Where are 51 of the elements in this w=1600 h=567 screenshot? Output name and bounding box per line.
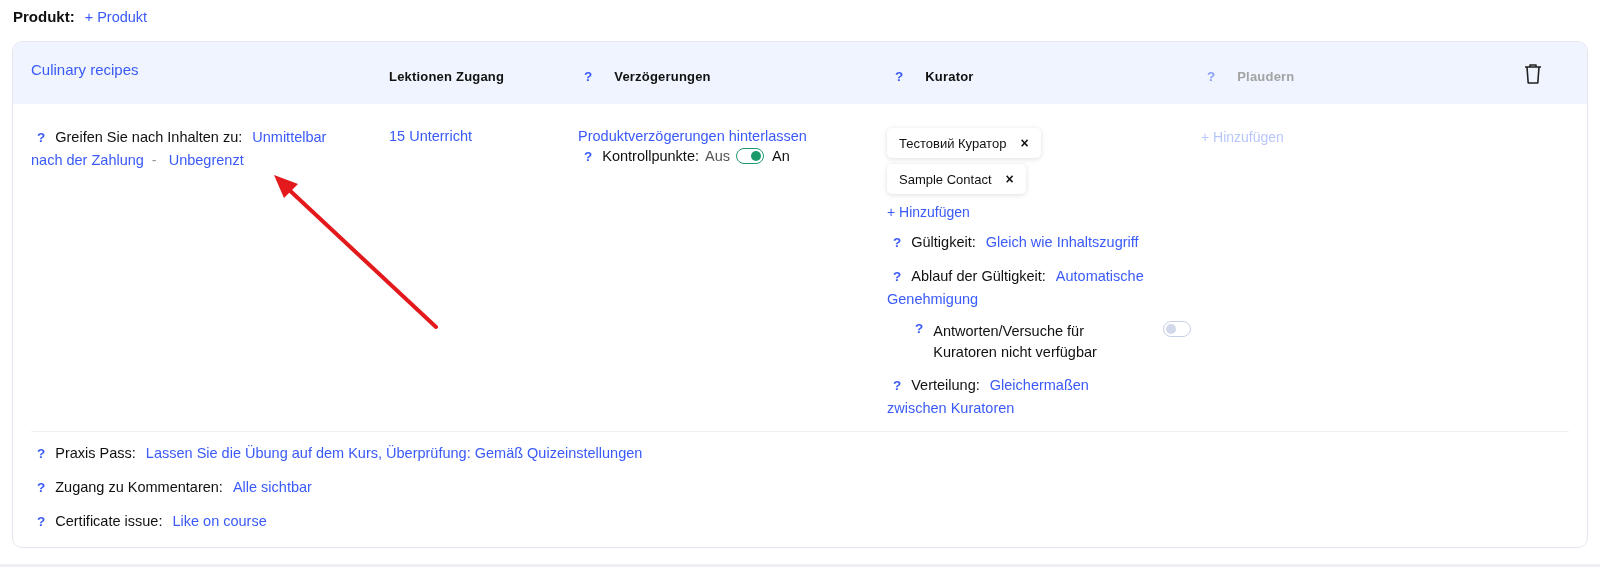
trash-icon[interactable] bbox=[1523, 63, 1543, 85]
setting-label: Verteilung: bbox=[911, 377, 980, 393]
column-header: Plaudern bbox=[1237, 68, 1295, 84]
setting-value-link[interactable]: Automatische bbox=[1055, 268, 1144, 284]
column-header: Lektionen Zugang bbox=[389, 68, 505, 84]
setting-value-link[interactable]: Genehmigung bbox=[887, 291, 979, 307]
access-start-link[interactable]: Unmittelbar bbox=[252, 129, 327, 145]
delays-link[interactable]: Produktverzögerungen hinterlassen bbox=[578, 128, 889, 144]
access-start-link[interactable]: nach der Zahlung bbox=[31, 152, 144, 168]
setting-label: Praxis Pass: bbox=[55, 445, 136, 461]
help-icon[interactable]: ? bbox=[887, 269, 902, 284]
separator: - bbox=[151, 152, 157, 168]
checkpoints-label: Kontrollpunkte: bbox=[602, 148, 699, 164]
help-icon[interactable]: ? bbox=[31, 514, 46, 529]
curator-name: Тестовий Куратор bbox=[899, 135, 1007, 151]
setting-label: Certificate issue: bbox=[55, 513, 163, 529]
column-header: Kurator bbox=[925, 68, 974, 84]
access-label: Greifen Sie nach Inhalten zu: bbox=[55, 129, 243, 145]
help-icon[interactable]: ? bbox=[909, 321, 924, 336]
help-icon[interactable]: ? bbox=[578, 148, 593, 164]
checkpoints-toggle[interactable] bbox=[736, 148, 764, 164]
lessons-link[interactable]: 15 Unterricht bbox=[389, 128, 472, 144]
setting-value-link[interactable]: Gleich wie Inhaltszugriff bbox=[985, 234, 1139, 250]
curator-name: Sample Contact bbox=[899, 171, 992, 187]
setting-label: Gültigkeit: bbox=[911, 234, 976, 250]
setting-value-link[interactable]: Like on course bbox=[172, 513, 267, 529]
add-curator-link[interactable]: + Hinzufügen bbox=[887, 204, 970, 220]
setting-toggle[interactable] bbox=[1163, 321, 1191, 337]
help-icon[interactable]: ? bbox=[31, 130, 46, 145]
help-icon[interactable]: ? bbox=[889, 68, 904, 84]
course-title-link[interactable]: Culinary recipes bbox=[31, 60, 389, 78]
help-icon[interactable]: ? bbox=[887, 378, 902, 393]
on-label: An bbox=[772, 148, 790, 164]
help-icon[interactable]: ? bbox=[578, 68, 593, 84]
help-icon[interactable]: ? bbox=[31, 446, 46, 461]
remove-icon[interactable]: × bbox=[1020, 135, 1029, 151]
access-duration-link[interactable]: Unbegrenzt bbox=[168, 152, 244, 168]
add-product-link[interactable]: + Produkt bbox=[84, 9, 148, 25]
help-icon[interactable]: ? bbox=[31, 480, 46, 495]
help-icon[interactable]: ? bbox=[887, 235, 902, 250]
setting-value-link[interactable]: Alle sichtbar bbox=[232, 479, 312, 495]
remove-icon[interactable]: × bbox=[1005, 171, 1014, 187]
setting-label: Antworten/Versuche für Kuratoren nicht verfügbar bbox=[933, 322, 1098, 362]
setting-value-link[interactable]: zwischen Kuratoren bbox=[887, 400, 1015, 416]
column-header: Verzögerungen bbox=[614, 68, 711, 84]
product-label: Produkt: bbox=[13, 8, 75, 25]
setting-label: Zugang zu Kommentaren: bbox=[55, 479, 223, 495]
setting-value-link[interactable]: Gleichermaßen bbox=[989, 377, 1089, 393]
off-label: Aus bbox=[705, 148, 730, 164]
setting-value-link[interactable]: Lassen Sie die Übung auf dem Kurs, Überprüfung: Gemäß Quizeinstellungen bbox=[145, 445, 643, 461]
setting-label: Ablauf der Gültigkeit: bbox=[911, 268, 1046, 284]
